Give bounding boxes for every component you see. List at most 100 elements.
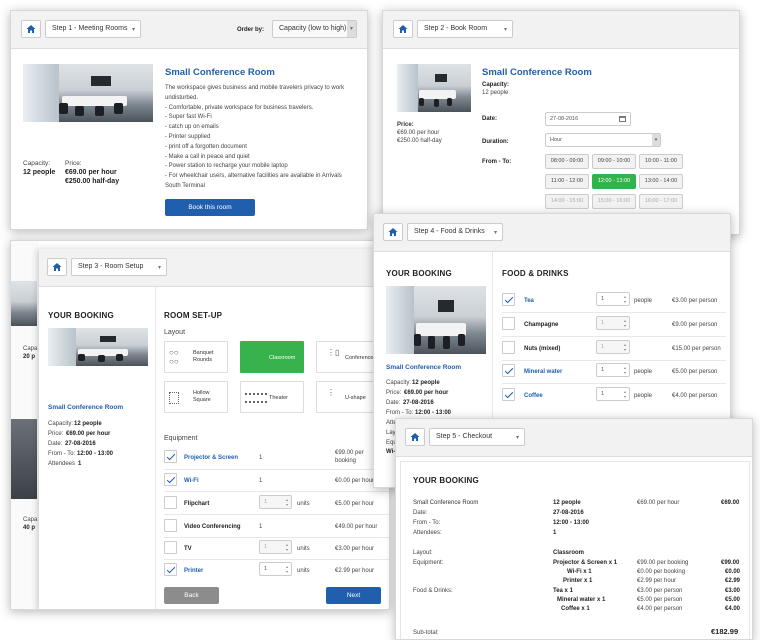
food-name: Mineral water — [524, 369, 563, 375]
equipment-total: €0.00 — [725, 569, 741, 575]
food-price: €9.00 per person — [672, 322, 718, 328]
equipment-qty: 1 — [259, 478, 263, 484]
back-button[interactable]: Back — [164, 587, 219, 604]
panel-step1-meeting-rooms: Step 1 - Meeting Rooms ▾ Order by: Capaci… — [10, 10, 368, 230]
food-checkbox[interactable] — [502, 341, 515, 354]
home-icon — [52, 263, 62, 271]
food-qty-stepper[interactable]: 1 ▴ ▾ — [596, 316, 630, 330]
equipment-name: Video Conferencing — [184, 524, 241, 530]
date-label: Date: — [386, 400, 401, 406]
equipment-checkbox[interactable] — [164, 541, 177, 554]
price-label: Price: — [386, 390, 402, 396]
chevron-down-icon: ▾ — [503, 27, 507, 33]
panel-step5-checkout: Step 5 - Checkout ▾ YOUR BOOKING Small Co… — [395, 418, 753, 640]
layout-label: Layout: — [413, 550, 433, 556]
food-qty-stepper[interactable]: 1 ▴ ▾ — [596, 387, 630, 401]
room-title[interactable]: Small Conference Room — [48, 404, 123, 412]
equipment-checkbox[interactable] — [164, 519, 177, 532]
layout-option-theater[interactable]: Theater — [240, 381, 304, 413]
time-slot[interactable]: 11:00 - 12:00 — [545, 174, 589, 189]
food-qty-stepper[interactable]: 1 ▴ ▾ — [596, 292, 630, 306]
conference-icon: ⋮▯ — [327, 348, 340, 357]
room-title[interactable]: Small Conference Room — [386, 364, 461, 372]
time-slot[interactable]: 15:00 - 16:00 — [592, 194, 636, 209]
time-slot[interactable]: 16:00 - 17:00 — [639, 194, 683, 209]
order-by-select[interactable]: Capacity (low to high) ▾ — [272, 20, 357, 38]
qty-value: 1 — [264, 544, 268, 550]
date-label: Date: — [482, 116, 498, 122]
price-value: €69.00 per hour — [404, 390, 449, 396]
chevron-down-icon: ▾ — [131, 27, 135, 33]
equipment-qty-stepper[interactable]: 1 ▴ ▾ — [259, 495, 292, 509]
step-select[interactable]: Step 3 - Room Setup ▾ — [71, 258, 167, 276]
duration-select[interactable]: Hour ▾ — [545, 133, 661, 147]
attendees-value: 1 — [78, 461, 82, 467]
equipment-rate: €0.00 per booking — [637, 569, 686, 575]
date-value: 27-08-2016 — [403, 400, 434, 406]
room-title[interactable]: Small Conference Room — [482, 67, 592, 78]
price-hour: €69.00 per hour — [65, 169, 117, 176]
layout-option-label: Banquet Rounds — [193, 350, 214, 363]
food-name: Tea — [524, 298, 534, 304]
time-slot[interactable]: 14:00 - 15:00 — [545, 194, 589, 209]
price-half-day: €250.00 half-day — [397, 138, 442, 144]
food-drinks-label: Food & Drinks: — [413, 588, 453, 594]
equipment-item: Projector & Screen x 1 — [553, 560, 618, 566]
date-input[interactable]: 27-08-2016 — [545, 112, 631, 126]
equipment-checkbox[interactable] — [164, 473, 177, 486]
food-checkbox[interactable] — [502, 293, 515, 306]
layout-option-label: U-shape — [345, 395, 366, 401]
equipment-checkbox[interactable] — [164, 450, 177, 463]
food-checkbox[interactable] — [502, 317, 515, 330]
layout-option-classroom[interactable]: Classroom — [240, 341, 304, 373]
layout-option-hollow-square[interactable]: Hollow Square — [164, 381, 228, 413]
home-button[interactable] — [47, 258, 67, 276]
column-divider — [155, 287, 156, 609]
order-by-label: Order by: — [237, 27, 265, 33]
home-button[interactable] — [383, 223, 403, 241]
time-slot[interactable]: 09:00 - 10:00 — [592, 154, 636, 169]
time-slot[interactable]: 08:00 - 09:00 — [545, 154, 589, 169]
stepper-arrows-icon: ▴ ▾ — [623, 365, 626, 375]
food-checkbox[interactable] — [502, 388, 515, 401]
equipment-qty-stepper[interactable]: 1 ▴ ▾ — [259, 540, 292, 554]
step-select[interactable]: Step 5 - Checkout ▾ — [429, 428, 525, 446]
time-slot-selected[interactable]: 12:00 - 13:00 — [592, 174, 636, 189]
stepper-arrows-icon: ▴ ▾ — [623, 389, 626, 399]
home-button[interactable] — [405, 428, 425, 446]
chevron-updown-icon: ▾ — [347, 21, 356, 37]
food-price: €3.00 per person — [672, 298, 718, 304]
step5-toolbar: Step 5 - Checkout ▾ — [396, 419, 752, 457]
desc-line: - catch up on emails — [165, 124, 219, 131]
food-total: €3.00 — [725, 588, 741, 594]
home-button[interactable] — [21, 20, 41, 38]
layout-option-banquet-rounds[interactable]: ○○ ○○ Banquet Rounds — [164, 341, 228, 373]
food-qty-stepper[interactable]: 1 ▴ ▾ — [596, 340, 630, 354]
step-select[interactable]: Step 2 - Book Room ▾ — [417, 20, 513, 38]
food-qty-stepper[interactable]: 1 ▴ ▾ — [596, 363, 630, 377]
step-select-value: Step 3 - Room Setup — [78, 263, 144, 270]
equipment-checkbox[interactable] — [164, 563, 177, 576]
room-title[interactable]: Small Conference Room — [165, 67, 275, 78]
room-setup-card: Step 3 - Room Setup ▾ YOUR BOOKING Small … — [39, 249, 389, 609]
time-slot[interactable]: 13:00 - 14:00 — [639, 174, 683, 189]
equipment-name: TV — [184, 546, 192, 552]
food-total: €5.00 — [725, 597, 741, 603]
step-select[interactable]: Step 1 - Meeting Rooms ▾ — [45, 20, 141, 38]
desc-line: The workspace gives business and mobile … — [165, 85, 345, 91]
equipment-qty-stepper[interactable]: 1 ▴ ▾ — [259, 562, 292, 576]
step-select[interactable]: Step 4 - Food & Drinks ▾ — [407, 223, 503, 241]
food-price: €4.00 per person — [672, 393, 718, 399]
food-checkbox[interactable] — [502, 364, 515, 377]
equipment-rate: €99.00 per booking — [637, 560, 689, 566]
book-room-button[interactable]: Book this room — [165, 199, 255, 216]
stepper-arrows-icon: ▴ ▾ — [285, 564, 288, 574]
time-slot[interactable]: 10:00 - 11:00 — [639, 154, 683, 169]
room-photo-behind — [11, 419, 37, 499]
equipment-checkbox[interactable] — [164, 496, 177, 509]
attendees-value: 1 — [553, 530, 557, 536]
next-button[interactable]: Next — [326, 587, 381, 604]
food-price: €5.00 per person — [672, 369, 718, 375]
home-button[interactable] — [393, 20, 413, 38]
summary-people: 12 people — [553, 500, 581, 506]
